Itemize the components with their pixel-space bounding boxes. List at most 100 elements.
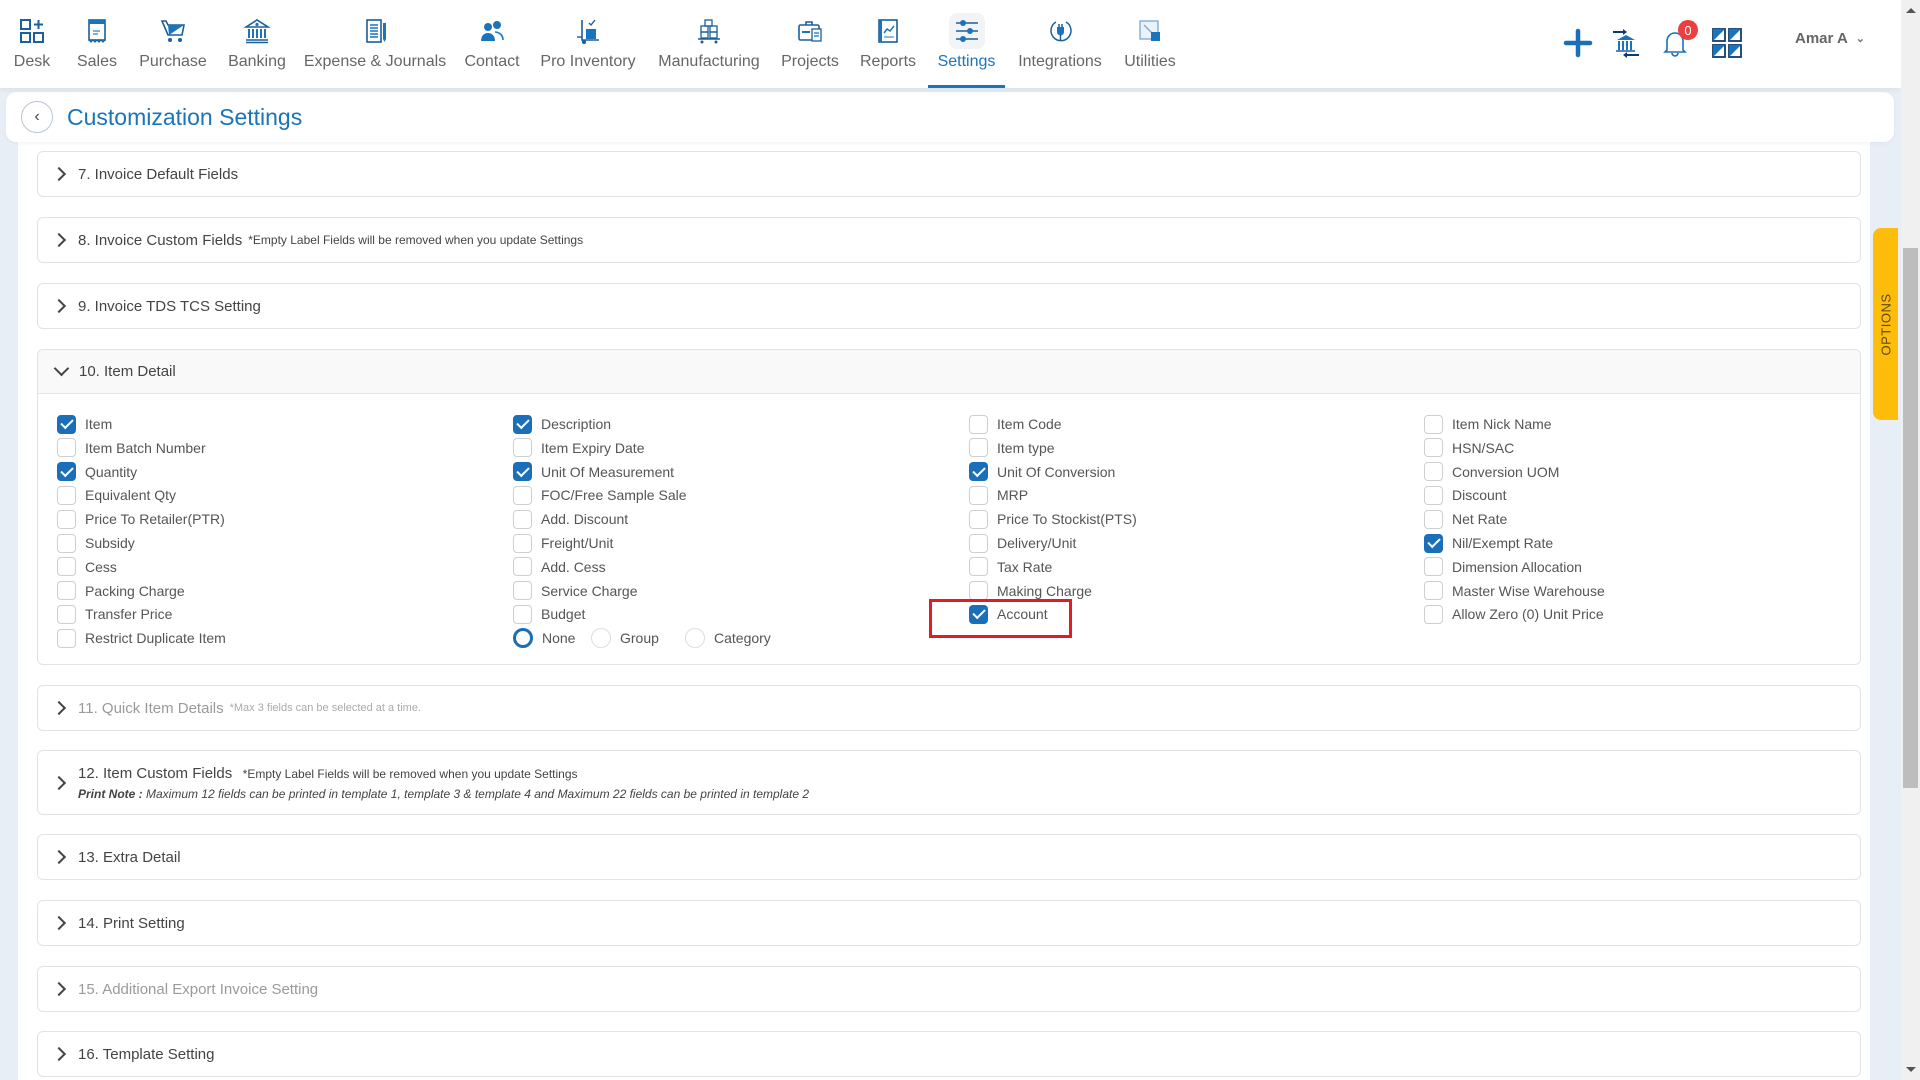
- option-allow-zero-0-unit-price[interactable]: Allow Zero (0) Unit Price: [1424, 603, 1604, 625]
- checkbox[interactable]: [969, 414, 988, 434]
- section-header[interactable]: 13. Extra Detail: [38, 835, 1860, 879]
- checkbox[interactable]: [57, 485, 76, 505]
- option-tax-rate[interactable]: Tax Rate: [969, 556, 1052, 578]
- budget-radio-category[interactable]: Category: [685, 627, 771, 649]
- checkbox[interactable]: [513, 462, 532, 482]
- page-scrollbar[interactable]: [1901, 0, 1920, 1080]
- checkbox[interactable]: [513, 414, 532, 434]
- radio-button[interactable]: [513, 628, 533, 649]
- checkbox[interactable]: [57, 581, 76, 601]
- checkbox[interactable]: [969, 581, 988, 601]
- checkbox[interactable]: [513, 533, 532, 553]
- option-item-expiry-date[interactable]: Item Expiry Date: [513, 437, 644, 459]
- checkbox[interactable]: [1424, 414, 1443, 434]
- option-subsidy[interactable]: Subsidy: [57, 532, 135, 554]
- user-menu[interactable]: Amar A ⌄: [1795, 30, 1865, 47]
- section-header[interactable]: 11. Quick Item Details *Max 3 fields can…: [38, 686, 1860, 730]
- option-add-discount[interactable]: Add. Discount: [513, 508, 628, 530]
- section-header[interactable]: 15. Additional Export Invoice Setting: [38, 967, 1860, 1011]
- option-dimension-allocation[interactable]: Dimension Allocation: [1424, 556, 1582, 578]
- checkbox[interactable]: [57, 604, 76, 624]
- checkbox[interactable]: [1424, 438, 1443, 458]
- checkbox[interactable]: [969, 533, 988, 553]
- option-transfer-price[interactable]: Transfer Price: [57, 603, 172, 625]
- checkbox[interactable]: [1424, 533, 1443, 553]
- option-cess[interactable]: Cess: [57, 556, 117, 578]
- option-description[interactable]: Description: [513, 413, 611, 435]
- checkbox[interactable]: [513, 509, 532, 529]
- checkbox[interactable]: [513, 438, 532, 458]
- bank-transfer-button[interactable]: [1607, 22, 1645, 64]
- add-button[interactable]: [1559, 22, 1597, 64]
- option-item-nick-name[interactable]: Item Nick Name: [1424, 413, 1552, 435]
- budget-radio-group[interactable]: Group: [591, 627, 659, 649]
- option-making-charge[interactable]: Making Charge: [969, 580, 1092, 602]
- nav-banking[interactable]: Banking: [228, 0, 286, 88]
- checkbox[interactable]: [513, 557, 532, 577]
- nav-manufacturing[interactable]: Manufacturing: [658, 0, 760, 88]
- option-item-code[interactable]: Item Code: [969, 413, 1062, 435]
- section-header[interactable]: 12. Item Custom Fields *Empty Label Fiel…: [38, 751, 1860, 814]
- notifications-button[interactable]: 0: [1656, 20, 1698, 64]
- option-budget[interactable]: Budget: [513, 603, 585, 625]
- checkbox[interactable]: [1424, 604, 1443, 624]
- checkbox[interactable]: [57, 509, 76, 529]
- apps-grid-button[interactable]: [1708, 22, 1746, 64]
- nav-expense-journals[interactable]: Expense & Journals: [304, 0, 446, 88]
- option-item-type[interactable]: Item type: [969, 437, 1055, 459]
- option-nil-exempt-rate[interactable]: Nil/Exempt Rate: [1424, 532, 1553, 554]
- option-freight-unit[interactable]: Freight/Unit: [513, 532, 613, 554]
- options-tab[interactable]: OPTIONS: [1873, 228, 1898, 420]
- nav-pro-inventory[interactable]: Pro Inventory: [540, 0, 636, 88]
- checkbox[interactable]: [57, 557, 76, 577]
- scroll-up-arrow-icon[interactable]: [1906, 8, 1916, 13]
- nav-contact[interactable]: Contact: [464, 0, 520, 88]
- option-foc-free-sample-sale[interactable]: FOC/Free Sample Sale: [513, 484, 687, 506]
- option-add-cess[interactable]: Add. Cess: [513, 556, 606, 578]
- option-discount[interactable]: Discount: [1424, 484, 1506, 506]
- option-packing-charge[interactable]: Packing Charge: [57, 580, 185, 602]
- checkbox[interactable]: [1424, 509, 1443, 529]
- checkbox[interactable]: [969, 509, 988, 529]
- nav-purchase[interactable]: Purchase: [139, 0, 207, 88]
- checkbox[interactable]: [513, 485, 532, 505]
- nav-projects[interactable]: Projects: [781, 0, 839, 88]
- option-restrict-duplicate-item[interactable]: Restrict Duplicate Item: [57, 627, 226, 649]
- section-header[interactable]: 16. Template Setting: [38, 1032, 1860, 1076]
- checkbox[interactable]: [513, 604, 532, 624]
- nav-integrations[interactable]: Integrations: [1018, 0, 1102, 88]
- checkbox[interactable]: [57, 438, 76, 458]
- option-mrp[interactable]: MRP: [969, 484, 1028, 506]
- option-item-batch-number[interactable]: Item Batch Number: [57, 437, 206, 459]
- radio-button[interactable]: [685, 628, 705, 649]
- section-header[interactable]: 9. Invoice TDS TCS Setting: [38, 284, 1860, 328]
- back-button[interactable]: ‹: [21, 101, 53, 133]
- option-quantity[interactable]: Quantity: [57, 461, 137, 483]
- option-equivalent-qty[interactable]: Equivalent Qty: [57, 484, 176, 506]
- option-price-to-retailer-ptr[interactable]: Price To Retailer(PTR): [57, 508, 225, 530]
- checkbox[interactable]: [57, 628, 76, 648]
- scroll-down-arrow-icon[interactable]: [1906, 1067, 1916, 1072]
- checkbox[interactable]: [969, 462, 988, 482]
- option-hsn-sac[interactable]: HSN/SAC: [1424, 437, 1514, 459]
- section-header[interactable]: 8. Invoice Custom Fields *Empty Label Fi…: [38, 218, 1860, 262]
- checkbox[interactable]: [969, 438, 988, 458]
- section-header[interactable]: 14. Print Setting: [38, 901, 1860, 945]
- checkbox[interactable]: [969, 604, 988, 624]
- option-unit-of-measurement[interactable]: Unit Of Measurement: [513, 461, 674, 483]
- nav-utilities[interactable]: Utilities: [1123, 0, 1177, 88]
- radio-button[interactable]: [591, 628, 611, 649]
- option-price-to-stockist-pts[interactable]: Price To Stockist(PTS): [969, 508, 1137, 530]
- checkbox[interactable]: [1424, 557, 1443, 577]
- option-account[interactable]: Account: [969, 603, 1048, 625]
- scrollbar-thumb[interactable]: [1903, 248, 1918, 788]
- nav-sales[interactable]: Sales: [77, 0, 117, 88]
- checkbox[interactable]: [57, 414, 76, 434]
- budget-radio-none[interactable]: None: [513, 627, 575, 649]
- checkbox[interactable]: [1424, 581, 1443, 601]
- checkbox[interactable]: [513, 581, 532, 601]
- option-net-rate[interactable]: Net Rate: [1424, 508, 1507, 530]
- section-header[interactable]: 7. Invoice Default Fields: [38, 152, 1860, 196]
- checkbox[interactable]: [57, 462, 76, 482]
- option-master-wise-warehouse[interactable]: Master Wise Warehouse: [1424, 580, 1605, 602]
